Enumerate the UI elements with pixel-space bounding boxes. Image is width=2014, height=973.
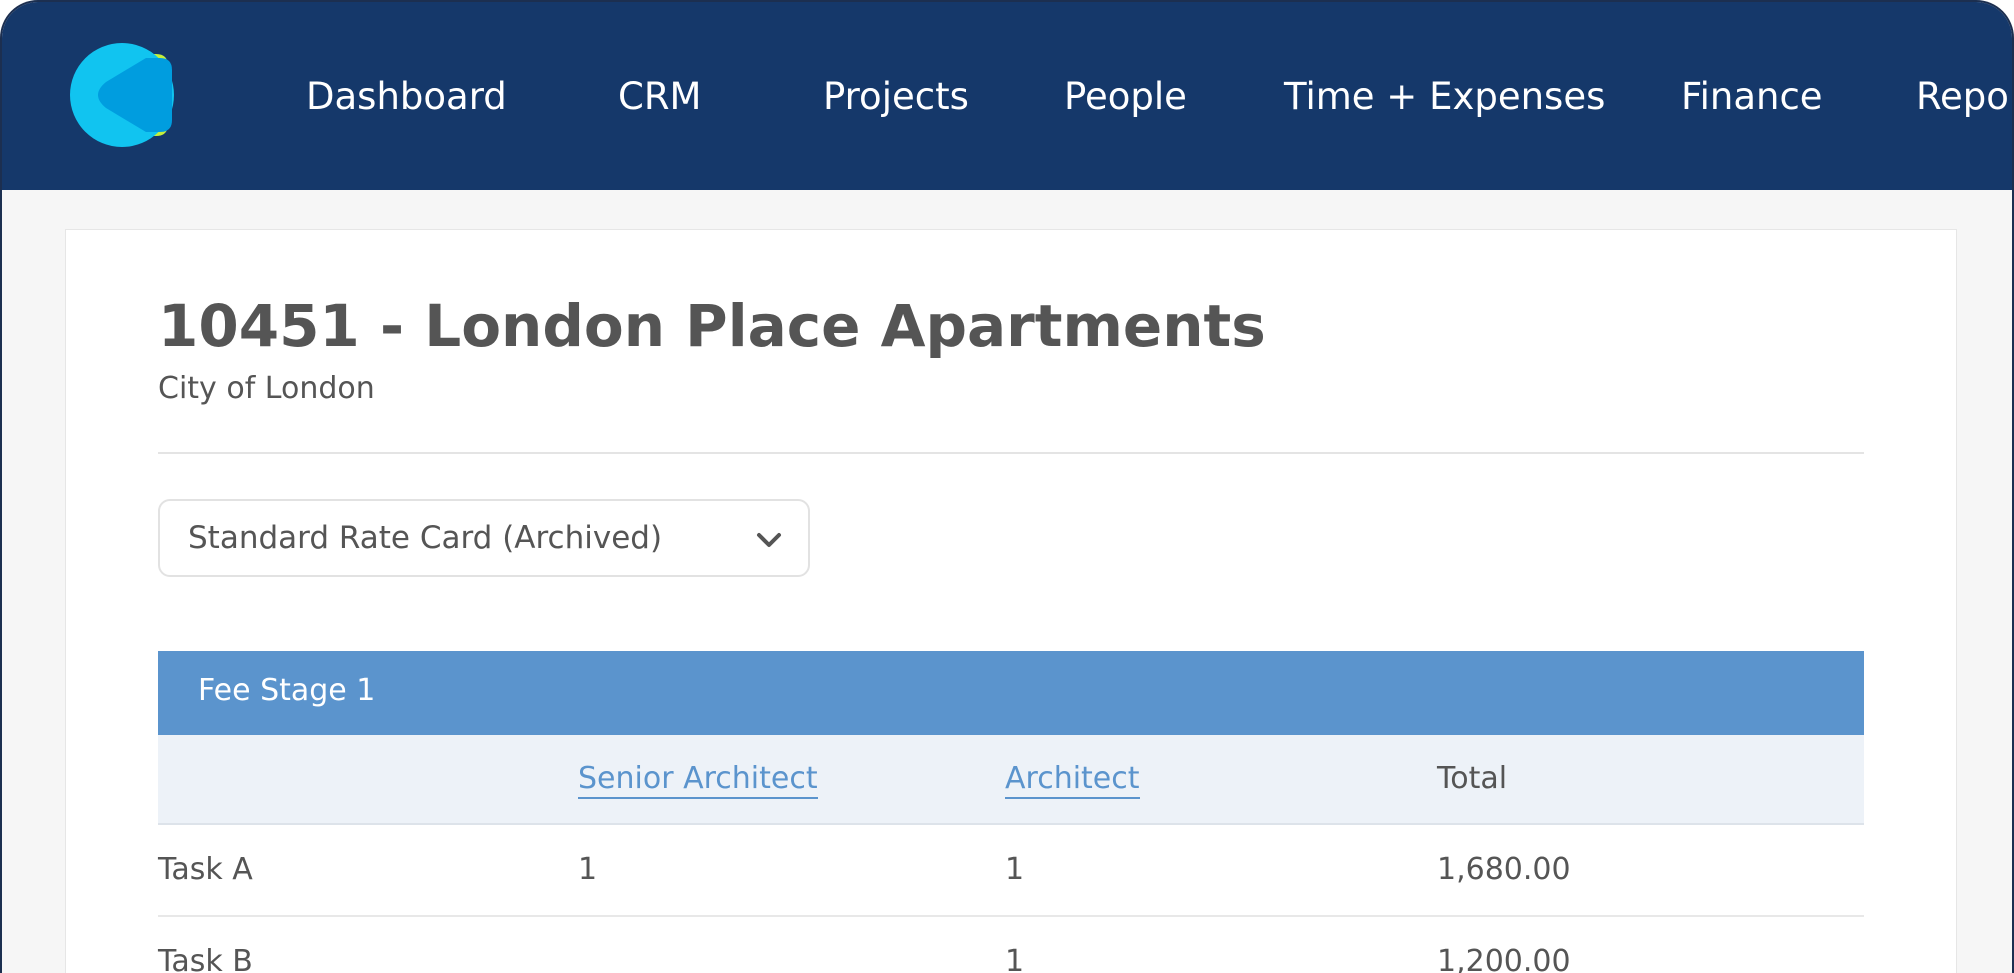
app-logo[interactable]	[68, 40, 188, 150]
nav-projects[interactable]: Projects	[823, 70, 969, 124]
rate-card-select[interactable]: Standard Rate Card (Archived)	[158, 499, 810, 577]
nav-dashboard[interactable]: Dashboard	[306, 70, 507, 124]
page-subtitle: City of London	[158, 371, 375, 406]
task-name-cell: Task B	[158, 944, 253, 973]
chevron-down-icon	[757, 533, 781, 547]
senior-architect-cell: 1	[578, 852, 598, 887]
rate-card-select-value: Standard Rate Card (Archived)	[188, 520, 663, 556]
nav-finance[interactable]: Finance	[1681, 70, 1823, 124]
total-cell: 1,200.00	[1437, 944, 1571, 973]
task-name-cell: Task A	[158, 852, 253, 887]
title-divider	[158, 452, 1864, 454]
column-header-total: Total	[1437, 761, 1508, 796]
nav-reports[interactable]: Repor	[1916, 70, 2012, 124]
fee-stage-title: Fee Stage 1	[198, 673, 376, 708]
architect-cell: 1	[1005, 944, 1025, 973]
page-title: 10451 - London Place Apartments	[158, 292, 1266, 360]
top-navbar: Dashboard CRM Projects People Time + Exp…	[2, 2, 2012, 190]
nav-crm[interactable]: CRM	[618, 70, 701, 124]
nav-people[interactable]: People	[1064, 70, 1187, 124]
table-row: Task B 1 1,200.00	[158, 917, 1864, 973]
table-row: Task A 1 1 1,680.00	[158, 825, 1864, 917]
project-card: 10451 - London Place Apartments City of …	[65, 229, 1957, 973]
table-header-row: Senior Architect Architect Total	[158, 735, 1864, 825]
app-window: Dashboard CRM Projects People Time + Exp…	[0, 0, 2014, 973]
column-header-architect[interactable]: Architect	[1005, 761, 1140, 799]
nav-time-expenses[interactable]: Time + Expenses	[1284, 70, 1605, 124]
column-header-senior-architect[interactable]: Senior Architect	[578, 761, 818, 799]
total-cell: 1,680.00	[1437, 852, 1571, 887]
fee-stage-header: Fee Stage 1	[158, 651, 1864, 735]
architect-cell: 1	[1005, 852, 1025, 887]
